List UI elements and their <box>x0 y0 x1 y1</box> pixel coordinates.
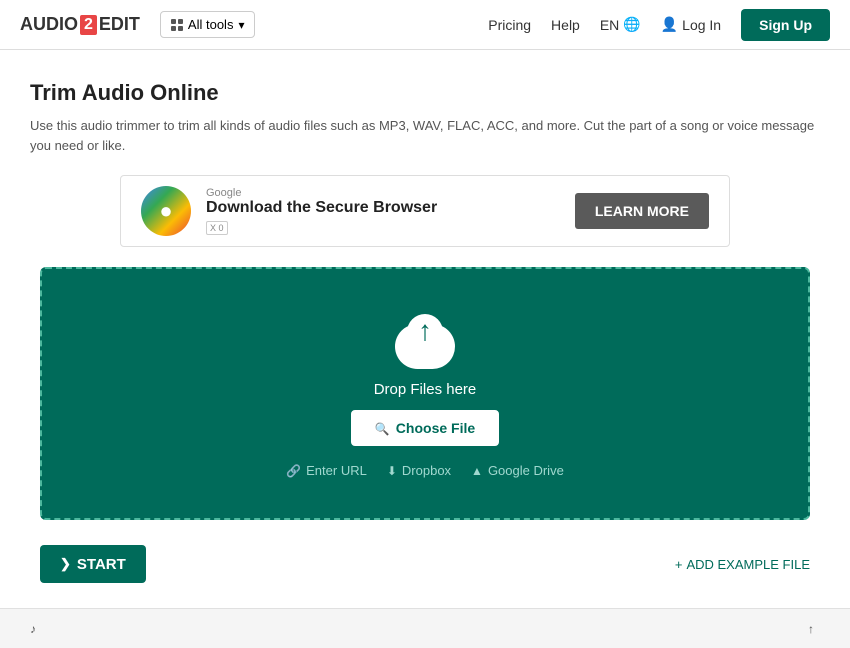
ad-text: Google Download the Secure Browser X 0 <box>206 187 437 235</box>
dropbox-icon <box>387 463 397 478</box>
arrow-up-icon: ↑ <box>418 317 432 345</box>
upload-cloud-icon: ↑ <box>390 309 460 369</box>
ad-source: Google <box>206 187 437 199</box>
language-selector[interactable]: EN 🌐 <box>600 16 641 33</box>
signup-button[interactable]: Sign Up <box>741 9 830 41</box>
header-right: Pricing Help EN 🌐 👤 Log In Sign Up <box>488 9 830 41</box>
footer-stub <box>0 608 850 648</box>
ad-badge: X 0 <box>206 221 228 235</box>
upload-links: Enter URL Dropbox Google Drive <box>286 463 564 478</box>
header-left: AUDIO 2 EDIT All tools <box>20 11 255 38</box>
login-link[interactable]: 👤 Log In <box>661 16 721 33</box>
help-link[interactable]: Help <box>551 17 580 33</box>
all-tools-button[interactable]: All tools <box>160 11 256 38</box>
start-button[interactable]: START <box>40 545 146 583</box>
enter-url-label: Enter URL <box>306 463 367 478</box>
lang-label: EN <box>600 17 619 33</box>
add-example-link[interactable]: ADD EXAMPLE FILE <box>675 557 810 572</box>
google-drive-icon <box>471 463 483 478</box>
ad-learn-more-button[interactable]: LEARN MORE <box>575 193 709 229</box>
grid-icon <box>171 19 183 31</box>
logo: AUDIO 2 EDIT <box>20 14 140 35</box>
add-example-label: ADD EXAMPLE FILE <box>686 557 810 572</box>
dropbox-label: Dropbox <box>402 463 451 478</box>
ad-left: ● Google Download the Secure Browser X 0 <box>141 186 437 236</box>
login-label: Log In <box>682 17 721 33</box>
page-title: Trim Audio Online <box>30 80 820 106</box>
link-icon <box>286 463 301 478</box>
login-icon: 👤 <box>661 16 678 33</box>
google-drive-label: Google Drive <box>488 463 564 478</box>
ad-title: Download the Secure Browser <box>206 199 437 217</box>
music-icon <box>30 621 36 636</box>
chevron-down-icon <box>238 17 244 32</box>
footer-item-2 <box>808 621 820 636</box>
pricing-link[interactable]: Pricing <box>488 17 531 33</box>
upload-icon <box>808 621 814 636</box>
enter-url-link[interactable]: Enter URL <box>286 463 367 478</box>
drop-files-text: Drop Files here <box>374 381 477 398</box>
logo-two: 2 <box>80 15 97 35</box>
choose-file-button[interactable]: Choose File <box>351 410 499 446</box>
google-drive-link[interactable]: Google Drive <box>471 463 564 478</box>
start-label: START <box>77 556 126 573</box>
header: AUDIO 2 EDIT All tools Pricing Help EN 🌐… <box>0 0 850 50</box>
page-description: Use this audio trimmer to trim all kinds… <box>30 116 820 155</box>
ad-logo: ● <box>141 186 191 236</box>
all-tools-label: All tools <box>188 17 234 32</box>
upload-zone[interactable]: ↑ Drop Files here Choose File Enter URL … <box>40 267 810 520</box>
search-icon <box>375 420 390 436</box>
logo-edit: EDIT <box>99 14 140 35</box>
main-content: Trim Audio Online Use this audio trimmer… <box>0 50 850 608</box>
bottom-bar: START ADD EXAMPLE FILE <box>40 540 810 588</box>
logo-audio: AUDIO <box>20 14 78 35</box>
ad-banner: ● Google Download the Secure Browser X 0… <box>120 175 730 247</box>
dropbox-link[interactable]: Dropbox <box>387 463 451 478</box>
choose-file-label: Choose File <box>396 420 475 436</box>
plus-icon <box>675 557 683 572</box>
footer-item-1 <box>30 621 42 636</box>
globe-icon: 🌐 <box>623 16 640 33</box>
start-chevron-icon <box>60 555 71 573</box>
